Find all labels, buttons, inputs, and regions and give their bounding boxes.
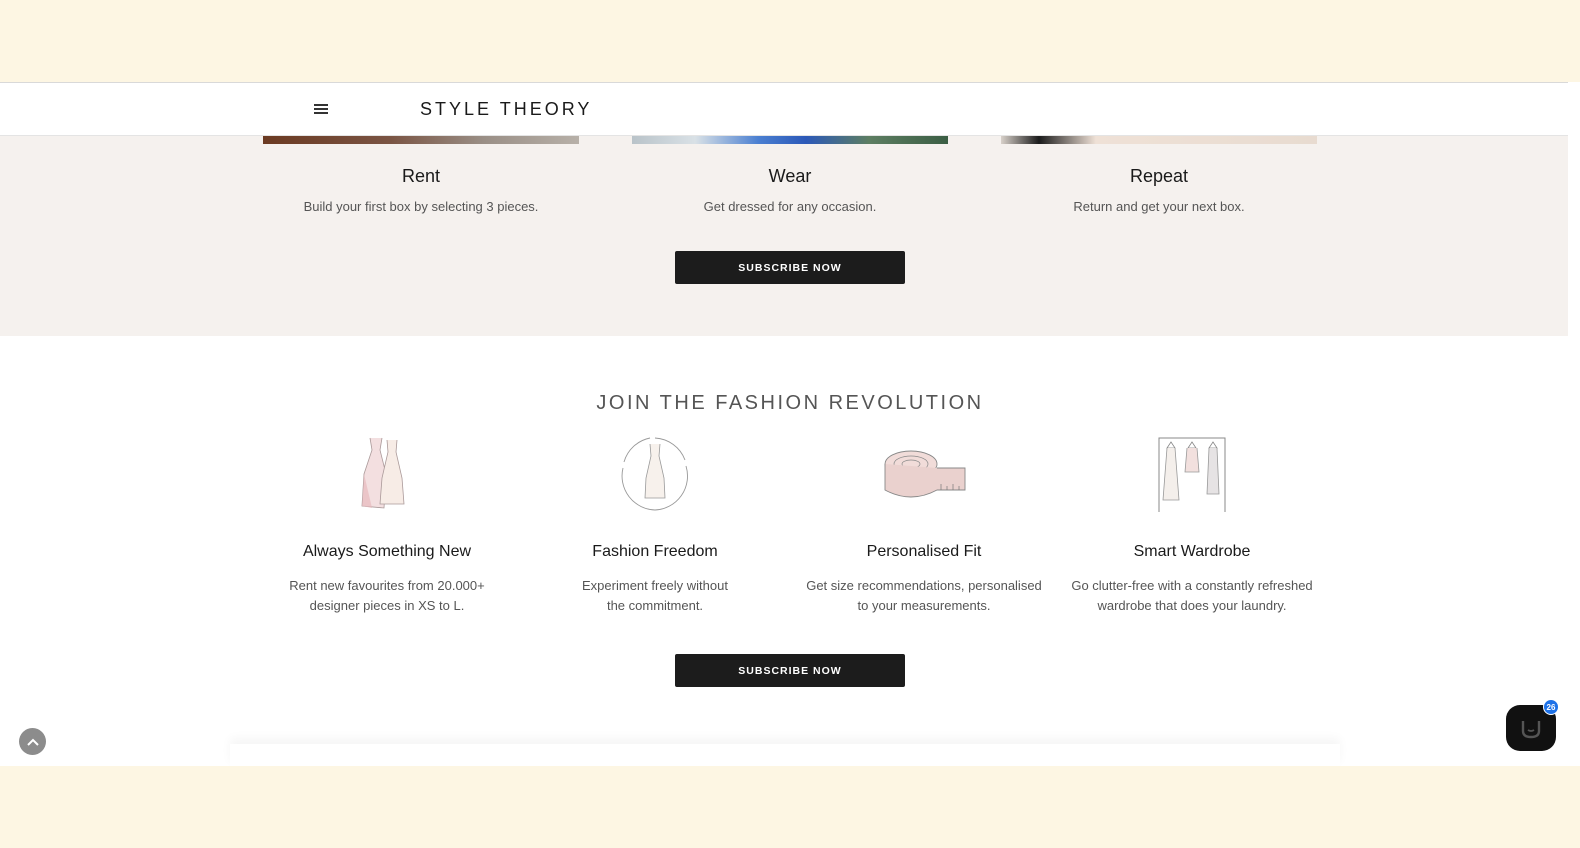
hamburger-menu-icon[interactable] — [314, 104, 328, 115]
feature-desc: Experiment freely without the commitment… — [525, 576, 785, 616]
dress-cycle-icon — [621, 437, 688, 511]
step-title: Wear — [768, 166, 812, 186]
feature-desc-line: wardrobe that does your laundry. — [1097, 598, 1287, 613]
feature-title: Always Something New — [302, 543, 472, 560]
step-desc: Get dressed for any occasion. — [703, 199, 877, 214]
step-desc: Return and get your next box. — [1073, 199, 1245, 214]
repeat-image — [1001, 136, 1317, 144]
subscribe-now-button[interactable]: SUBSCRIBE NOW — [675, 654, 905, 687]
step-desc: Build your first box by selecting 3 piec… — [303, 199, 539, 214]
feature-fashion-freedom: Fashion Freedom Experiment freely withou… — [525, 434, 785, 616]
feature-desc: Get size recommendations, personalised t… — [794, 576, 1054, 616]
subscribe-now-button[interactable]: SUBSCRIBE NOW — [675, 251, 905, 284]
feature-desc-line: designer pieces in XS to L. — [309, 598, 465, 613]
feature-desc: Go clutter-free with a constantly refres… — [1062, 576, 1322, 616]
feature-desc-line: Get size recommendations, personalised — [806, 578, 1042, 593]
step-repeat: Repeat Return and get your next box. — [1001, 166, 1317, 214]
step-title: Rent — [401, 166, 441, 186]
feature-title: Personalised Fit — [866, 543, 982, 560]
clothing-rack-icon — [1158, 437, 1226, 512]
section-title: JOIN THE FASHION REVOLUTION — [596, 392, 984, 414]
step-wear: Wear Get dressed for any occasion. — [632, 166, 948, 214]
measuring-tape-icon — [884, 450, 966, 498]
feature-desc-line: to your measurements. — [857, 598, 991, 613]
chevron-up-icon — [26, 738, 39, 746]
browser-bottom-band — [0, 766, 1580, 848]
browser-top-band — [0, 0, 1568, 82]
feature-always-something-new: Always Something New Rent new favourites… — [257, 434, 517, 616]
feature-desc-line: the commitment. — [606, 598, 704, 613]
notification-badge: 26 — [1543, 699, 1559, 715]
step-rent: Rent Build your first box by selecting 3… — [263, 166, 579, 214]
feature-desc-line: Go clutter-free with a constantly refres… — [1071, 578, 1313, 593]
wear-image — [632, 136, 948, 144]
feature-desc: Rent new favourites from 20.000+ designe… — [257, 576, 517, 616]
step-title: Repeat — [1129, 166, 1189, 186]
feature-personalised-fit: Personalised Fit Get size recommendation… — [794, 434, 1054, 616]
site-header: STYLE THEORY — [0, 82, 1568, 136]
rent-image — [263, 136, 579, 144]
how-it-works-section: Rent Build your first box by selecting 3… — [0, 136, 1568, 336]
scrollbar[interactable] — [1568, 82, 1580, 766]
feature-title: Smart Wardrobe — [1133, 543, 1251, 560]
back-to-top-button[interactable] — [19, 728, 46, 755]
chat-icon — [1521, 721, 1541, 739]
feature-smart-wardrobe: Smart Wardrobe Go clutter-free with a co… — [1062, 434, 1322, 616]
brand-logo[interactable]: STYLE THEORY — [420, 99, 592, 120]
page-viewport: STYLE THEORY Rent Build your first box b… — [0, 82, 1568, 766]
footer-card-top — [230, 744, 1340, 766]
feature-desc-line: Experiment freely without — [582, 578, 728, 593]
feature-title: Fashion Freedom — [592, 543, 718, 560]
feature-desc-line: Rent new favourites from 20.000+ — [289, 578, 485, 593]
dresses-icon — [361, 437, 405, 509]
